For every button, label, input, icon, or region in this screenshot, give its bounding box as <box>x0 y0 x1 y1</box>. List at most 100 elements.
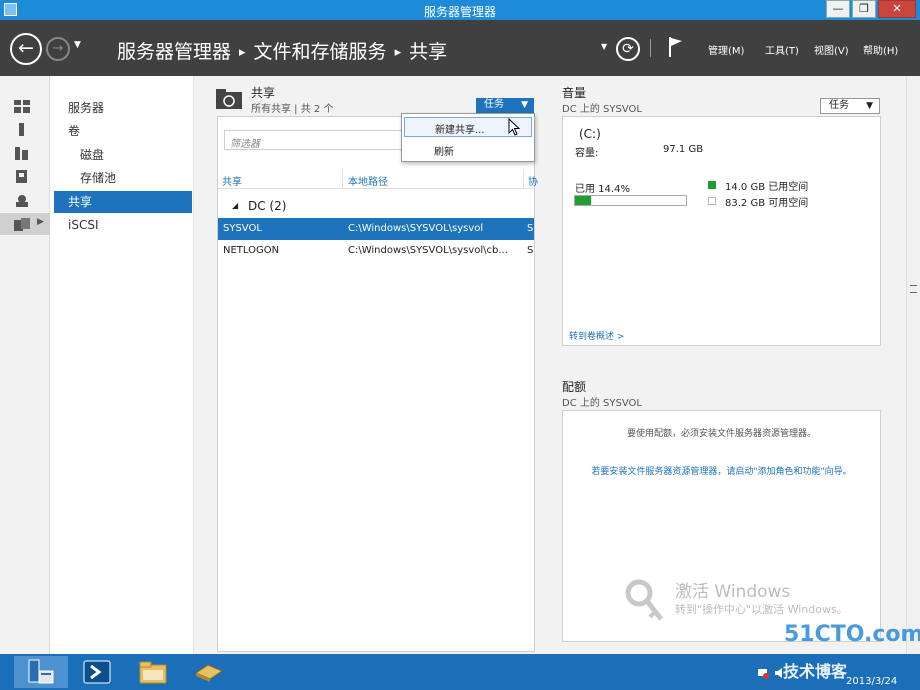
back-button[interactable]: ← <box>10 33 42 65</box>
used-legend-swatch <box>708 181 716 189</box>
row-local-path: C:\Windows\SYSVOL\sysvol <box>348 223 484 234</box>
menu-item-label: 刷新 <box>434 147 454 158</box>
menu-help[interactable]: 帮助(H) <box>863 42 898 57</box>
shares-panel: 筛选器 共享 本地路径 协 ◢ DC (2) SYSVOL C:\Windows… <box>217 116 538 652</box>
taskbar-file-explorer[interactable] <box>126 656 180 688</box>
volume-icon[interactable] <box>774 667 786 679</box>
flag-icon[interactable] <box>668 36 684 58</box>
mouse-cursor-icon <box>508 117 521 136</box>
header-divider <box>650 39 651 57</box>
key-icon <box>625 579 665 623</box>
quota-requirement-text: 要使用配额，必须安装文件服务器资源管理器。 <box>626 429 816 439</box>
menu-item-refresh[interactable]: 刷新 <box>404 140 532 160</box>
main-content: 共享 所有共享 | 共 2 个 任务 ▼ 筛选器 共享 本地路径 协 ◢ DC … <box>194 76 906 654</box>
column-local-path[interactable]: 本地路径 <box>348 173 388 188</box>
group-label: DC (2) <box>248 199 287 213</box>
menu-tools[interactable]: 工具(T) <box>765 42 799 57</box>
file-storage-icon <box>14 218 30 234</box>
all-servers-icon[interactable] <box>14 147 30 160</box>
group-header[interactable]: ◢ DC (2) <box>218 195 534 217</box>
taskbar: 51CTO.com 技术博客 2013/3/24 <box>0 622 920 690</box>
window-title: 服务器管理器 <box>423 5 496 19</box>
watermark-blog-text: 技术博客 <box>783 662 848 681</box>
header-bar: ← → ▼ 服务器管理器 ▸ 文件和存储服务 ▸ 共享 ▼ ⟳ 管理(M) 工具(T) … <box>0 20 920 76</box>
breadcrumb-item[interactable]: 服务器管理器 <box>117 41 231 63</box>
row-share-name: NETLOGON <box>223 245 280 256</box>
watermark-subtitle: 转到"操作中心"以激活 Windows。 <box>675 603 848 616</box>
column-share[interactable]: 共享 <box>222 173 242 188</box>
drive-label: (C:) <box>579 127 601 141</box>
taskbar-powershell[interactable] <box>70 656 124 688</box>
volume-tasks-button[interactable]: 任务 ▼ <box>820 98 880 114</box>
ad-ds-icon[interactable] <box>14 170 30 183</box>
menu-view[interactable]: 视图(V) <box>814 42 849 57</box>
quota-subtitle: DC 上的 SYSVOL <box>562 398 642 409</box>
vertical-scrollbar[interactable] <box>906 76 920 654</box>
volume-overview-link[interactable]: 转到卷概述 > <box>569 329 624 342</box>
filter-input[interactable]: 筛选器 <box>224 130 404 150</box>
add-roles-link[interactable]: 若要安装文件服务器资源管理器，请启动"添加角色和功能"向导。 <box>573 465 870 479</box>
nav-item-volumes[interactable]: 卷 <box>54 120 192 142</box>
menu-manage[interactable]: 管理(M) <box>708 42 744 57</box>
tasks-menu: 新建共享... 刷新 <box>401 113 535 162</box>
tasks-label: 任务 <box>484 99 504 110</box>
column-divider <box>342 169 343 189</box>
taskbar-server-manager[interactable] <box>14 656 68 688</box>
breadcrumb-item[interactable]: 文件和存储服务 <box>254 41 387 63</box>
refresh-icon[interactable]: ⟳ <box>616 37 640 61</box>
usage-bar <box>574 195 687 206</box>
expand-arrow-icon: ▶ <box>37 217 44 227</box>
row-protocol: S <box>527 245 534 256</box>
left-icon-rail: ▶ <box>0 76 50 654</box>
free-space-text: 83.2 GB 可用空间 <box>725 198 809 209</box>
clock-date: 2013/3/24 <box>846 676 898 687</box>
table-row[interactable]: NETLOGON C:\Windows\SYSVOL\sysvol\cb... … <box>218 240 534 262</box>
column-protocol[interactable]: 协 <box>528 173 538 188</box>
quota-panel: 要使用配额，必须安装文件服务器资源管理器。 若要安装文件服务器资源管理器，请启动… <box>562 410 881 642</box>
tasks-dropdown-icon: ▼ <box>521 100 528 110</box>
nav-item-shares[interactable]: 共享 <box>54 191 192 213</box>
row-protocol: S <box>527 223 534 234</box>
volume-panel: (C:) 容量: 97.1 GB 已用 14.4% 14.0 GB 已用空间 8… <box>562 116 881 346</box>
table-row[interactable]: SYSVOL C:\Windows\SYSVOL\sysvol S <box>218 218 534 240</box>
folder-icon <box>139 660 167 687</box>
nav-item-servers[interactable]: 服务器 <box>54 97 192 119</box>
forward-button[interactable]: → <box>46 37 70 61</box>
collapse-icon: ◢ <box>232 201 239 210</box>
dns-icon[interactable] <box>14 194 30 207</box>
shares-title: 共享 <box>251 86 276 100</box>
used-percent-label: 已用 14.4% <box>575 184 630 195</box>
minimize-button[interactable]: — <box>826 0 850 18</box>
used-space-text: 14.0 GB 已用空间 <box>725 182 809 193</box>
shares-table-header: 共享 本地路径 协 <box>218 169 538 189</box>
breadcrumb-item[interactable]: 共享 <box>409 41 447 63</box>
nav-item-disks[interactable]: 磁盘 <box>54 144 192 166</box>
menu-item-label: 新建共享... <box>435 125 485 136</box>
shares-icon <box>215 86 243 110</box>
scrollbar-grip-icon[interactable] <box>910 285 917 293</box>
restore-button[interactable]: ❐ <box>852 0 876 18</box>
row-share-name: SYSVOL <box>223 223 262 234</box>
file-storage-nav-item[interactable]: ▶ <box>0 213 50 235</box>
watermark-title: 激活 Windows <box>675 582 791 602</box>
breadcrumb-separator-icon: ▸ <box>239 45 246 60</box>
shares-tasks-button[interactable]: 任务 ▼ <box>476 98 534 114</box>
tasks-label: 任务 <box>829 100 849 111</box>
title-bar: 服务器管理器 — ❐ ✕ <box>0 0 920 20</box>
server-manager-icon <box>27 659 55 688</box>
quota-title: 配额 <box>562 380 587 394</box>
network-icon[interactable] <box>757 667 769 679</box>
column-divider <box>523 169 524 189</box>
refresh-dropdown-icon[interactable]: ▼ <box>601 42 607 51</box>
usage-bar-fill <box>575 196 591 205</box>
volume-title: 音量 <box>562 86 587 100</box>
capacity-label: 容量: <box>575 148 599 159</box>
taskbar-app[interactable] <box>182 656 236 688</box>
dashboard-icon[interactable] <box>14 100 30 113</box>
nav-item-storage-pools[interactable]: 存储池 <box>54 167 192 189</box>
close-button[interactable]: ✕ <box>878 0 916 18</box>
breadcrumb-separator-icon: ▸ <box>394 45 402 60</box>
nav-item-iscsi[interactable]: iSCSI <box>54 214 192 236</box>
history-dropdown-icon[interactable]: ▼ <box>74 40 81 50</box>
local-server-icon[interactable] <box>14 123 30 136</box>
